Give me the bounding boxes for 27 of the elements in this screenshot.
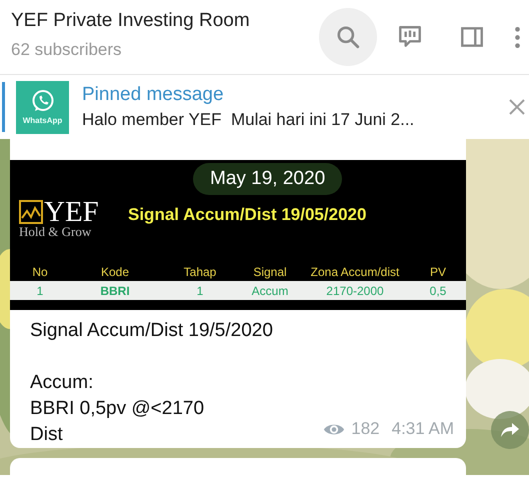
column-header: No xyxy=(31,264,49,278)
message-line: Accum: xyxy=(30,371,94,395)
subscriber-count: 62 subscribers xyxy=(11,40,123,60)
column-header: PV xyxy=(428,264,447,278)
logo-tagline: Hold & Grow xyxy=(19,224,92,240)
message-line: Signal Accum/Dist 19/5/2020 xyxy=(30,319,273,343)
image-title: Signal Accum/Dist 19/05/2020 xyxy=(128,205,366,225)
table-cell-text: BBRI xyxy=(99,284,131,298)
thumbnail-caption: WhatsApp xyxy=(22,116,62,125)
pinned-text: Halo member YEF Mulai hari ini 17 Juni 2... xyxy=(82,110,416,130)
channel-title: YEF Private Investing Room xyxy=(11,10,250,32)
table-cell-text: Accum xyxy=(250,284,290,298)
table-cell-text: 1 xyxy=(196,284,204,298)
logo-text: YEF xyxy=(44,198,99,226)
pinned-label: Pinned message xyxy=(82,84,225,106)
table-cell-text: 2170-2000 xyxy=(325,284,385,298)
column-header: Zona Accum/dist xyxy=(310,264,400,278)
message-time: 4:31 AM xyxy=(392,419,454,439)
message-line: Dist xyxy=(30,423,63,447)
table-cell-text: 0,5 xyxy=(428,284,448,298)
message-line: BBRI 0,5pv @<2170 xyxy=(30,397,204,421)
column-header: Tahap xyxy=(182,264,218,278)
column-header: Kode xyxy=(100,264,130,278)
date-badge: May 19, 2020 xyxy=(193,163,342,195)
view-count: 182 xyxy=(351,419,380,439)
column-header: Signal xyxy=(252,264,288,278)
table-cell-text: 1 xyxy=(36,284,44,298)
